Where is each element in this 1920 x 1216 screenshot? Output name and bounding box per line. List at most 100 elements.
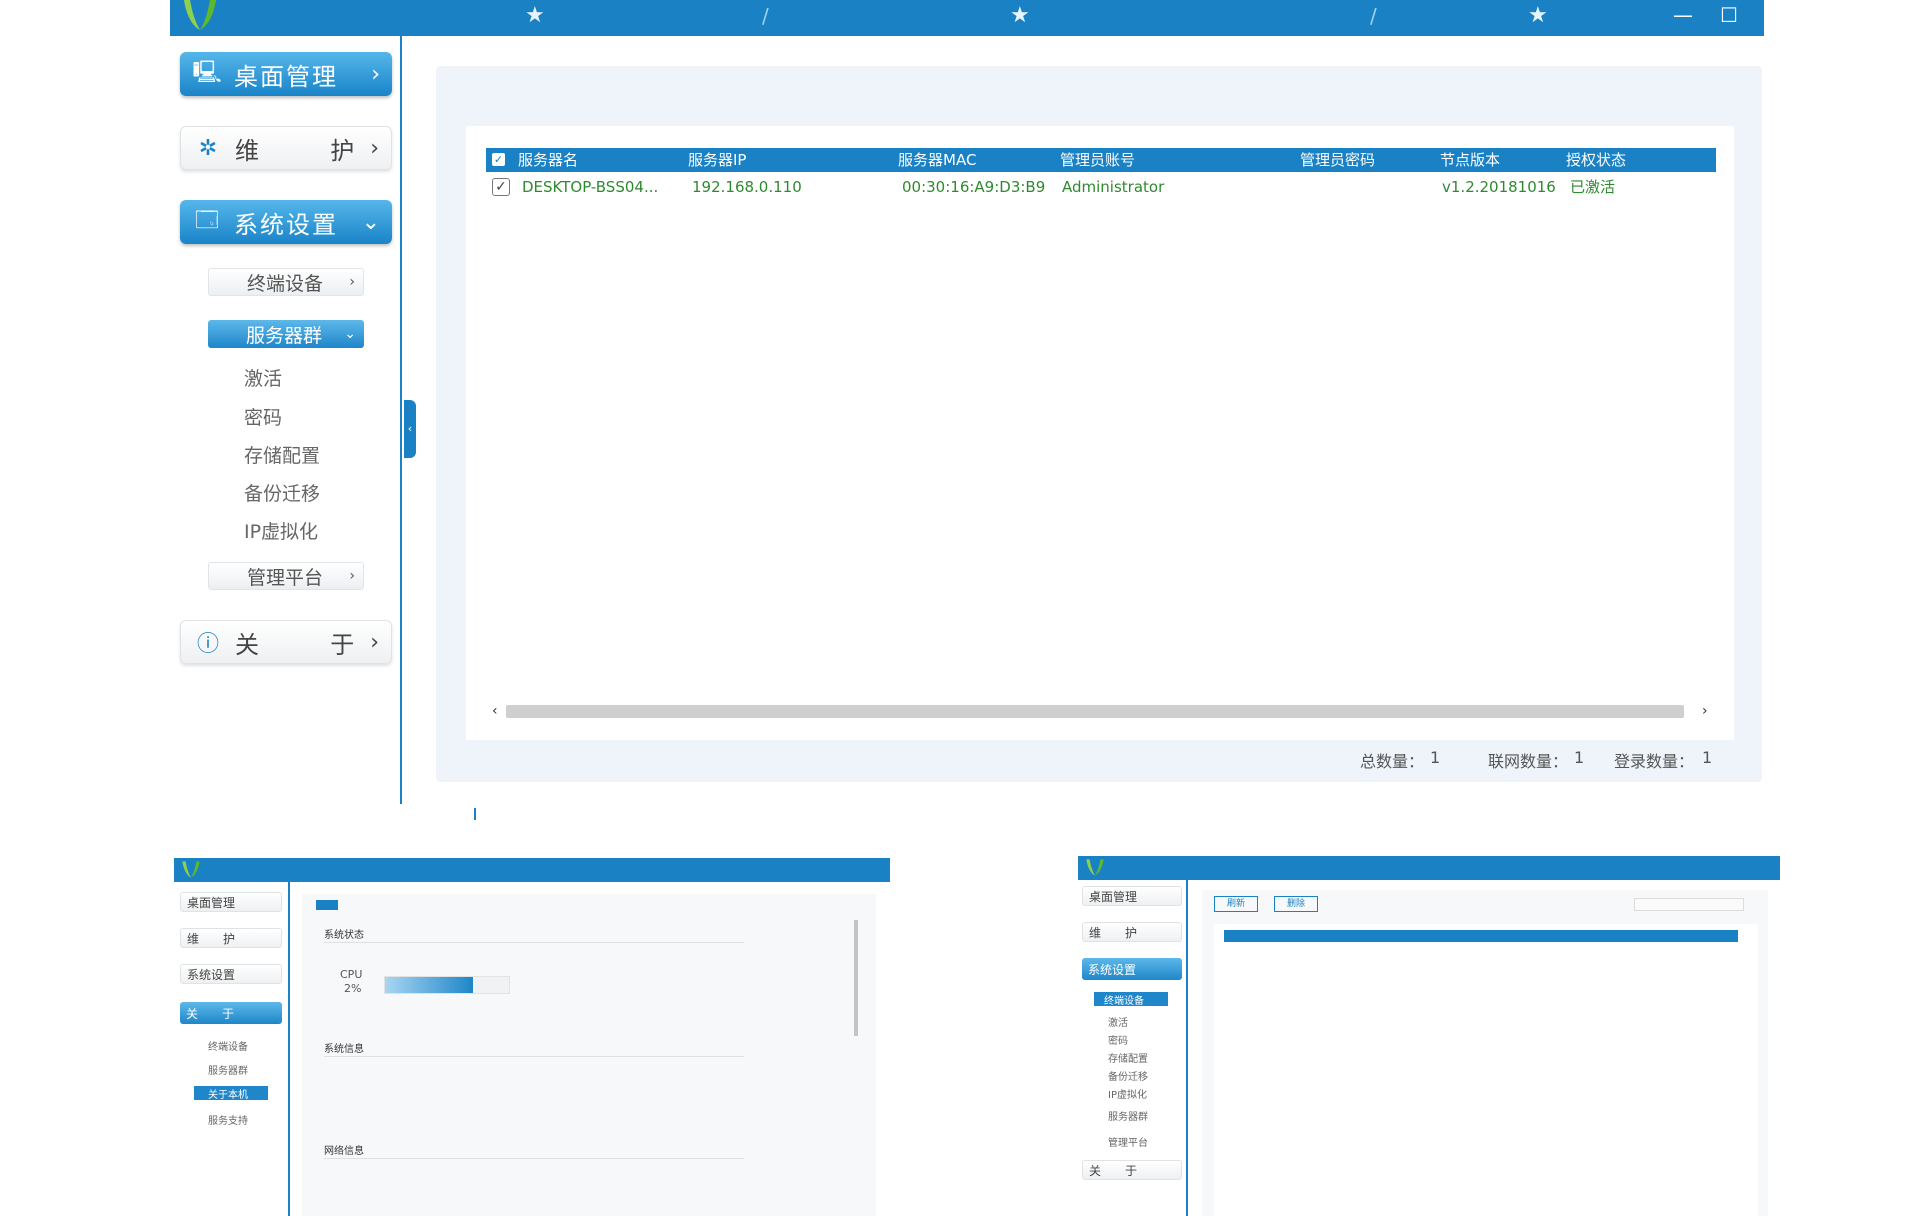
thumb-refresh-button[interactable]: 刷新 xyxy=(1214,896,1258,912)
scroll-right-arrow[interactable]: › xyxy=(1702,702,1708,720)
sub-item-ip-virtual[interactable]: IP虚拟化 xyxy=(244,517,318,547)
nav-maintenance-char-2: 护 xyxy=(330,136,357,165)
cell-node-version: v1.2.20181016 xyxy=(1442,178,1556,196)
thumb-vertical-scrollbar[interactable] xyxy=(854,920,858,1036)
thumb-nav-desktop[interactable]: 桌面管理 xyxy=(180,892,282,912)
online-count-value: 1 xyxy=(1574,748,1585,767)
total-count-value: 1 xyxy=(1430,748,1441,767)
collapse-handle[interactable]: ‹ xyxy=(404,400,416,458)
col-server-ip[interactable]: 服务器IP xyxy=(688,148,746,172)
sub-item-storage[interactable]: 存储配置 xyxy=(244,441,320,471)
nav-desktop-mgmt-label: 桌面管理 xyxy=(234,62,338,91)
thumb-sub-platform[interactable]: 管理平台 xyxy=(1108,1134,1148,1149)
thumb-table-box xyxy=(1214,924,1758,1216)
gear-icon: ✲ xyxy=(198,135,218,161)
horizontal-scrollbar[interactable] xyxy=(506,705,1684,718)
close-button[interactable]: ✕ xyxy=(1760,0,1790,32)
sub-terminal-devices-label: 终端设备 xyxy=(247,272,324,295)
thumb-nav-maintenance[interactable]: 维 护 xyxy=(1082,922,1182,942)
thumb-sub-storage[interactable]: 存储配置 xyxy=(1108,1050,1148,1065)
row-checkbox[interactable]: ✓ xyxy=(492,178,510,196)
nav-system-settings[interactable]: 🗔 系统设置 ⌄ xyxy=(180,200,392,244)
col-server-mac[interactable]: 服务器MAC xyxy=(898,148,976,172)
thumb-divider xyxy=(324,1056,744,1057)
thumb-nav-settings[interactable]: 系统设置 xyxy=(180,964,282,984)
nav-maintenance[interactable]: ✲ 维 护 › xyxy=(180,126,392,170)
sub-server-group[interactable]: 服务器群 ⌄ xyxy=(208,320,364,348)
col-admin-password[interactable]: 管理员密码 xyxy=(1300,148,1375,172)
thumb-divider xyxy=(324,942,744,943)
sub-item-activate[interactable]: 激活 xyxy=(244,364,282,394)
thumb-sub-servers[interactable]: 服务器群 xyxy=(1108,1108,1148,1123)
total-count-label: 总数量： xyxy=(1360,752,1425,771)
thumb-sub-terminal[interactable]: 终端设备 xyxy=(1094,992,1168,1007)
thumb-nav-desktop[interactable]: 桌面管理 xyxy=(1082,886,1182,906)
cell-server-name: DESKTOP-BSS04... xyxy=(522,178,659,196)
thumb-nav-about[interactable]: 关 于 xyxy=(180,1002,282,1024)
thumb-cpu-bar-fill xyxy=(385,977,473,993)
select-all-checkbox[interactable]: ✓ xyxy=(492,153,505,166)
col-server-name[interactable]: 服务器名 xyxy=(518,148,578,172)
server-table xyxy=(466,126,1734,740)
thumb-sub-support[interactable]: 服务支持 xyxy=(208,1112,248,1127)
sub-item-backup[interactable]: 备份迁移 xyxy=(244,479,320,509)
thumb-sub-terminal[interactable]: 终端设备 xyxy=(208,1038,248,1053)
chevron-right-icon: › xyxy=(349,568,355,584)
thumb-nav-settings[interactable]: 系统设置 xyxy=(1082,958,1182,980)
cell-server-mac: 00:30:16:A9:D3:B9 xyxy=(902,178,1046,196)
thumb-sub-about-device[interactable]: 关于本机 xyxy=(194,1086,268,1101)
thumb-tab-marker xyxy=(316,900,338,910)
thumb-nav-maintenance[interactable]: 维 护 xyxy=(180,928,282,948)
online-count-label: 联网数量： xyxy=(1488,752,1569,771)
sub-server-group-label: 服务器群 xyxy=(246,324,323,347)
info-icon: ⓘ xyxy=(196,632,219,657)
col-license-status[interactable]: 授权状态 xyxy=(1566,148,1626,172)
leaf-logo-icon xyxy=(182,861,200,878)
sub-terminal-devices[interactable]: 终端设备 › xyxy=(208,268,364,296)
login-count-value: 1 xyxy=(1702,748,1713,767)
login-count-label: 登录数量： xyxy=(1614,752,1695,771)
thumb-sub-servers[interactable]: 服务器群 xyxy=(208,1062,248,1077)
cell-license-status: 已激活 xyxy=(1570,178,1616,196)
settings-monitor-icon: 🗔 xyxy=(195,208,219,233)
thumb-delete-button[interactable]: 删除 xyxy=(1274,896,1318,912)
thumb-sub-activate[interactable]: 激活 xyxy=(1108,1014,1128,1029)
nav-about-label: 关 于 xyxy=(235,625,370,660)
col-admin-account[interactable]: 管理员账号 xyxy=(1060,148,1135,172)
thumbnail-server-list: 桌面管理 维 护 系统设置 终端设备 激活 密码 存储配置 备份迁移 IP虚拟化… xyxy=(1078,856,1780,1216)
nav-about[interactable]: ⓘ 关 于 › xyxy=(180,620,392,664)
thumb-nav-about[interactable]: 关 于 xyxy=(1082,1160,1182,1180)
chevron-right-icon: › xyxy=(349,274,355,290)
thumb-sidebar-divider xyxy=(288,882,290,1216)
star-decor-icon: ★ xyxy=(525,3,545,28)
thumb-section-info: 系统信息 xyxy=(324,1044,364,1055)
cell-server-ip: 192.168.0.110 xyxy=(692,178,802,196)
nav-desktop-mgmt[interactable]: 🖳 桌面管理 › xyxy=(180,52,392,96)
title-bar xyxy=(170,0,1764,36)
chevron-right-icon: › xyxy=(370,135,379,161)
cell-admin-account: Administrator xyxy=(1062,178,1165,196)
thumb-sub-password[interactable]: 密码 xyxy=(1108,1032,1128,1047)
thumb-sub-backup[interactable]: 备份迁移 xyxy=(1108,1068,1148,1083)
thumb-divider xyxy=(324,1158,744,1159)
sub-item-password[interactable]: 密码 xyxy=(244,403,282,433)
sub-mgmt-platform[interactable]: 管理平台 › xyxy=(208,562,364,590)
thumb-section-status: 系统状态 xyxy=(324,930,364,941)
star-decor-icon: ★ xyxy=(1528,3,1548,28)
monitor-icon: 🖳 xyxy=(192,60,222,85)
maximize-button[interactable]: ☐ xyxy=(1714,0,1744,32)
thumb-section-network: 网络信息 xyxy=(324,1146,364,1157)
thumb-title-bar xyxy=(1078,856,1780,880)
col-node-version[interactable]: 节点版本 xyxy=(1440,148,1500,172)
thumb-search-input[interactable] xyxy=(1634,898,1744,911)
thumbnail-system-status: 桌面管理 维 护 系统设置 关 于 终端设备 服务器群 关于本机 服务支持 系统… xyxy=(174,858,890,1216)
scroll-left-arrow[interactable]: ‹ xyxy=(492,702,498,720)
thumb-sub-ip[interactable]: IP虚拟化 xyxy=(1108,1086,1147,1101)
leaf-logo-icon xyxy=(184,0,216,30)
thumb-table-header xyxy=(1224,930,1738,942)
nav-about-char-1: 关 xyxy=(235,630,261,659)
chevron-left-icon: ‹ xyxy=(407,422,413,435)
chevron-down-icon: ⌄ xyxy=(344,326,356,342)
minimize-button[interactable]: — xyxy=(1668,0,1698,32)
thumb-sidebar-divider xyxy=(1186,880,1188,1216)
